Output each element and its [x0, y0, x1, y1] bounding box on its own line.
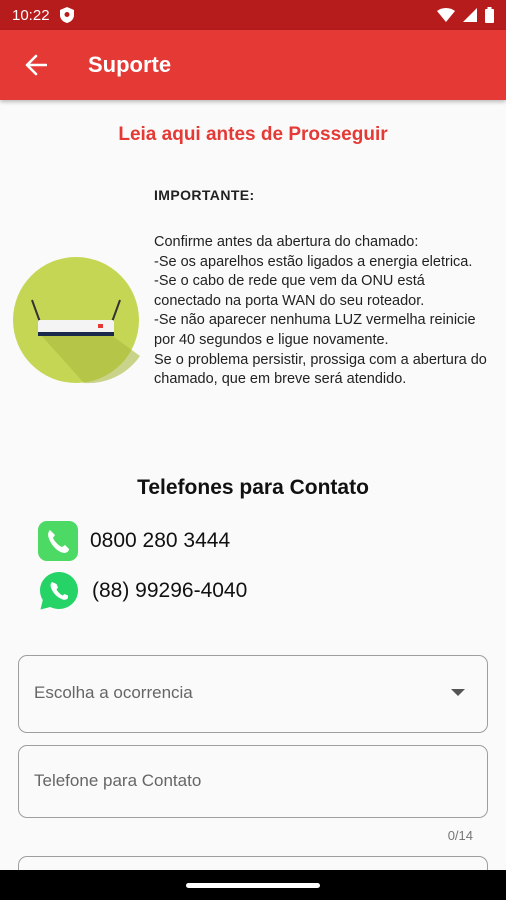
home-gesture-pill[interactable]	[186, 882, 320, 888]
signal-icon	[463, 8, 477, 22]
wifi-icon	[437, 8, 455, 22]
occurrence-label: Escolha a ocorrencia	[34, 683, 193, 702]
back-button[interactable]	[6, 30, 66, 100]
important-label: IMPORTANTE:	[154, 187, 255, 203]
occurrence-select[interactable]: Escolha a ocorrencia	[18, 655, 488, 733]
contact-phone-label: Telefone para Contato	[34, 771, 202, 790]
whatsapp-contact[interactable]: (88) 99296-4040	[38, 570, 247, 612]
dropdown-arrow-icon	[451, 689, 465, 696]
contacts-title: Telefones para Contato	[137, 476, 369, 499]
phone-icon	[38, 521, 78, 561]
page-title: Suporte	[88, 52, 172, 77]
status-time: 10:22	[12, 6, 50, 24]
instructions-text: Confirme antes da abertura do chamado: -…	[154, 234, 487, 388]
app-bar: Suporte	[0, 30, 506, 100]
contact-phone-input[interactable]: Telefone para Contato	[18, 745, 488, 818]
shield-icon	[59, 7, 74, 23]
battery-icon	[485, 7, 494, 23]
whatsapp-icon	[40, 572, 78, 610]
notice-heading: Leia aqui antes de Prosseguir	[118, 124, 388, 145]
phone-number: 0800 280 3444	[90, 529, 231, 552]
status-bar: 10:22	[0, 0, 506, 30]
router-icon	[13, 257, 140, 384]
navigation-bar	[0, 870, 506, 900]
whatsapp-number: (88) 99296-4040	[92, 579, 248, 602]
arrow-back-icon	[25, 54, 47, 76]
phone-contact[interactable]: 0800 280 3444	[38, 521, 230, 561]
character-counter: 0/14	[447, 828, 473, 843]
